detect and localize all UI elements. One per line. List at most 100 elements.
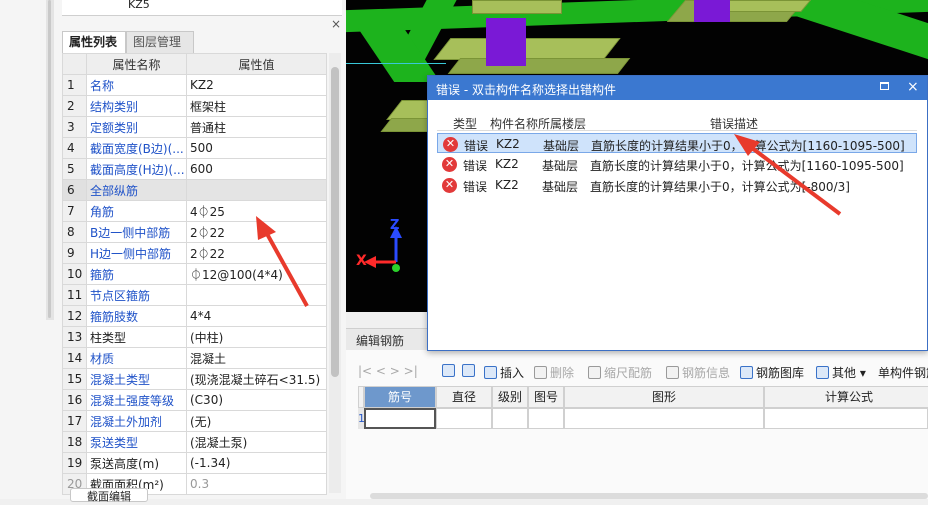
rebar-info-button[interactable]: 钢筋信息	[666, 364, 730, 381]
grid-cell-shape[interactable]	[564, 408, 764, 429]
property-row[interactable]: 8 B边一侧中部筋 2⏀22	[62, 221, 327, 243]
property-value[interactable]: 普通柱	[186, 116, 327, 138]
grid-cell-rebar-number[interactable]	[364, 408, 436, 429]
property-name[interactable]: 箍筋肢数	[86, 305, 187, 327]
property-row[interactable]: 4 截面宽度(B边)(... 500	[62, 137, 327, 159]
property-value[interactable]: 2⏀22	[186, 221, 327, 243]
header-floor[interactable]: 所属楼层	[538, 115, 586, 132]
property-name[interactable]: 混凝土强度等级	[86, 389, 187, 411]
col-grade[interactable]: 级别	[492, 386, 528, 408]
property-name[interactable]: 名称	[86, 74, 187, 96]
tab-section-edit[interactable]: 截面编辑	[70, 488, 148, 503]
property-row[interactable]: 17 混凝土外加剂 (无)	[62, 410, 327, 432]
property-name[interactable]: 材质	[86, 347, 187, 369]
close-icon[interactable]: ×	[907, 79, 919, 95]
property-name[interactable]: 混凝土外加剂	[86, 410, 187, 432]
property-table-scrollbar[interactable]	[329, 53, 341, 493]
rebar-library-button[interactable]: 钢筋图库	[740, 364, 804, 381]
property-row[interactable]: 9 H边一侧中部筋 2⏀22	[62, 242, 327, 264]
property-value[interactable]: (无)	[186, 410, 327, 432]
delete-button[interactable]: 删除	[534, 364, 574, 381]
property-row[interactable]: 5 截面高度(H边)(... 600	[62, 158, 327, 180]
property-value[interactable]: KZ2	[186, 74, 327, 96]
property-value[interactable]	[186, 179, 327, 201]
property-row[interactable]: 3 定额类别 普通柱	[62, 116, 327, 138]
grid-cell-grade[interactable]	[492, 408, 528, 429]
col-diameter[interactable]: 直径(mm)	[436, 386, 492, 424]
property-name[interactable]: 截面宽度(B边)(...	[86, 137, 187, 159]
property-value[interactable]: (-1.34)	[186, 452, 327, 474]
property-value[interactable]	[186, 284, 327, 306]
property-row[interactable]: 16 混凝土强度等级 (C30)	[62, 389, 327, 411]
property-name[interactable]: 截面高度(H边)(...	[86, 158, 187, 180]
property-row[interactable]: 12 箍筋肢数 4*4	[62, 305, 327, 327]
property-name[interactable]: 定额类别	[86, 116, 187, 138]
error-row[interactable]: ✕ 错误 KZ2 基础层 直筋长度的计算结果小于0，计算公式为[-800/3]	[437, 175, 917, 195]
property-row[interactable]: 7 角筋 4⏀25	[62, 200, 327, 222]
scrollbar-thumb[interactable]	[331, 67, 339, 377]
error-row[interactable]: ✕ 错误 KZ2 基础层 直筋长度的计算结果小于0，计算公式为[1160-1095-50…	[437, 154, 917, 174]
property-value[interactable]: 2⏀22	[186, 242, 327, 264]
grid-cell-formula[interactable]	[764, 408, 928, 429]
col-rebar-number[interactable]: 筋号	[364, 386, 436, 408]
tab-layer-management[interactable]: 图层管理	[126, 31, 194, 53]
scale-rebar-button[interactable]: 缩尺配筋	[588, 364, 652, 381]
property-name[interactable]: 节点区箍筋	[86, 284, 187, 306]
property-value[interactable]: (现浇混凝土碎石<31.5)	[186, 368, 327, 390]
property-row[interactable]: 2 结构类别 框架柱	[62, 95, 327, 117]
property-value[interactable]: 4⏀25	[186, 200, 327, 222]
insert-button[interactable]: 插入	[484, 364, 524, 381]
property-row[interactable]: 19 泵送高度(m) (-1.34)	[62, 452, 327, 474]
property-value[interactable]: 0.3	[186, 473, 327, 495]
grid-cell-figure-number[interactable]	[528, 408, 564, 429]
move-up-button[interactable]	[442, 364, 458, 378]
property-row[interactable]: 15 混凝土类型 (现浇混凝土碎石<31.5)	[62, 368, 327, 390]
col-formula[interactable]: 计算公式	[764, 386, 928, 408]
col-figure-number[interactable]: 图号	[528, 386, 564, 408]
panel-splitter[interactable]	[46, 0, 54, 320]
property-value[interactable]: 混凝土	[186, 347, 327, 369]
property-value[interactable]: 框架柱	[186, 95, 327, 117]
property-name[interactable]: 全部纵筋	[86, 179, 187, 201]
property-name[interactable]: 角筋	[86, 200, 187, 222]
property-name[interactable]: 泵送高度(m)	[86, 452, 187, 474]
col-shape[interactable]: 图形	[564, 386, 764, 408]
property-value[interactable]: ⏀12@100(4*4)	[186, 263, 327, 285]
property-name[interactable]: H边一侧中部筋	[86, 242, 187, 264]
property-value[interactable]: 4*4	[186, 305, 327, 327]
move-down-button[interactable]	[462, 364, 478, 378]
property-row[interactable]: 18 泵送类型 (混凝土泵)	[62, 431, 327, 453]
property-row[interactable]: 10 箍筋 ⏀12@100(4*4)	[62, 263, 327, 285]
property-value[interactable]: (C30)	[186, 389, 327, 411]
panel-close-icon[interactable]: ×	[331, 17, 341, 31]
property-value[interactable]: (中柱)	[186, 326, 327, 348]
property-name[interactable]: 泵送类型	[86, 431, 187, 453]
error-component[interactable]: KZ2	[495, 157, 519, 171]
property-row[interactable]: 11 节点区箍筋	[62, 284, 327, 306]
header-component-name[interactable]: 构件名称	[490, 115, 538, 132]
dialog-titlebar[interactable]: 错误 - 双击构件名称选择出错构件 ×	[428, 76, 927, 100]
nav-buttons[interactable]: |< < > >|	[358, 364, 418, 378]
rebar-grid-scrollbar[interactable]	[370, 493, 928, 499]
header-error-description[interactable]: 错误描述	[710, 115, 758, 132]
property-name[interactable]: 结构类别	[86, 95, 187, 117]
property-row[interactable]: 14 材质 混凝土	[62, 347, 327, 369]
error-row[interactable]: ✕ 错误 KZ2 基础层 直筋长度的计算结果小于0，计算公式为[1160-1095-50…	[437, 133, 917, 153]
property-value[interactable]: 500	[186, 137, 327, 159]
property-row[interactable]: 13 柱类型 (中柱)	[62, 326, 327, 348]
property-row[interactable]: 6 全部纵筋	[62, 179, 327, 201]
maximize-icon[interactable]	[880, 82, 889, 90]
property-name[interactable]: 箍筋	[86, 263, 187, 285]
other-button[interactable]: 其他 ▾	[816, 364, 866, 381]
tab-property-list[interactable]: 属性列表	[62, 31, 126, 53]
property-name[interactable]: 混凝土类型	[86, 368, 187, 390]
tree-item-kz5[interactable]: KZ5	[128, 0, 150, 11]
property-row[interactable]: 1 名称 KZ2	[62, 74, 327, 96]
property-name[interactable]: B边一侧中部筋	[86, 221, 187, 243]
single-component-rebar-button[interactable]: 单构件钢筋	[878, 364, 928, 381]
property-value[interactable]: (混凝土泵)	[186, 431, 327, 453]
grid-cell-diameter[interactable]	[436, 408, 492, 429]
error-component[interactable]: KZ2	[495, 178, 519, 192]
error-component[interactable]: KZ2	[496, 137, 520, 151]
property-value[interactable]: 600	[186, 158, 327, 180]
